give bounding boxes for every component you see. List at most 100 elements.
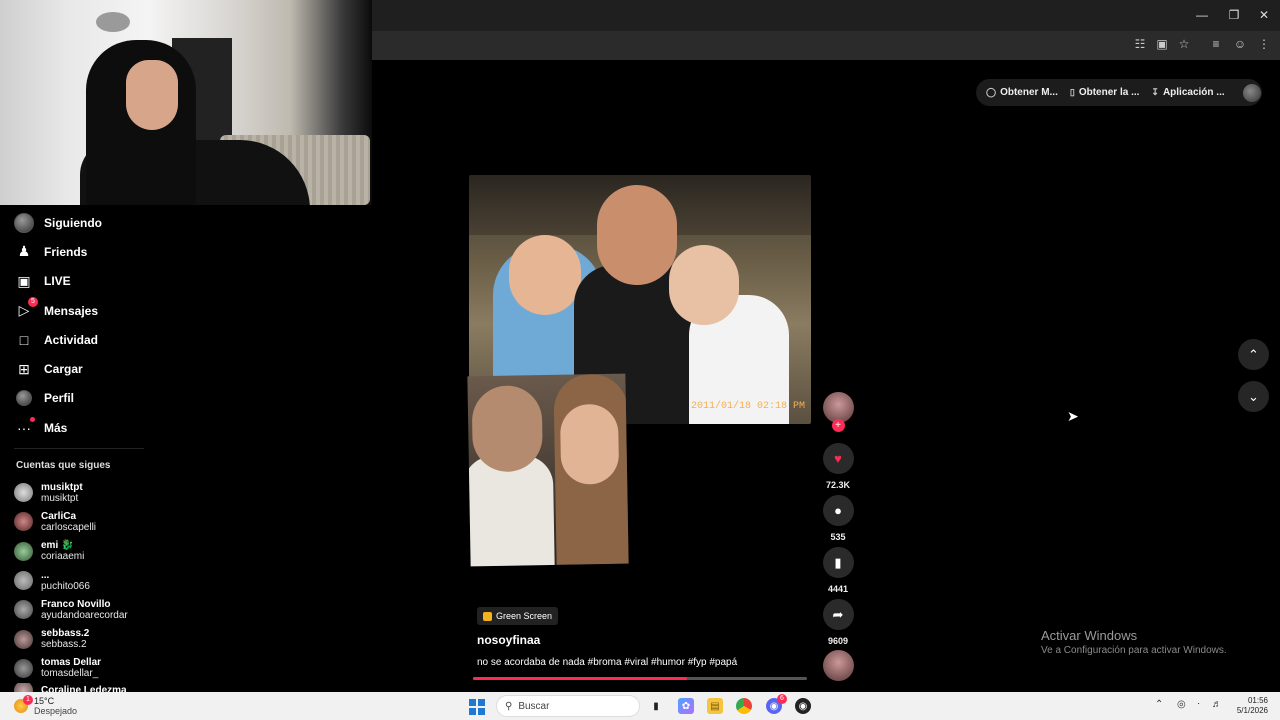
browser-toolbar: ☷ ▣ ☆ ≡ ☺ ⋮ — [372, 31, 1280, 60]
video-progress-bar[interactable] — [473, 677, 807, 680]
chevron-up-icon: ⌃ — [1248, 346, 1259, 362]
sidebar-nav: Siguiendo ♟ Friends ▣ LIVE ▷ 5 Mensajes □… — [14, 208, 214, 442]
following-account[interactable]: ... puchito066 — [14, 566, 164, 595]
discord-badge: 6 — [777, 694, 787, 704]
webcam-overlay — [0, 0, 372, 205]
activity-icon: □ — [19, 331, 29, 348]
video-person-boy-face — [509, 235, 581, 315]
green-screen-overlay — [467, 373, 629, 567]
account-avatar — [14, 483, 33, 503]
following-account[interactable]: musiktpt musiktpt — [14, 478, 164, 507]
weather-badge: 1 — [23, 695, 33, 705]
streamer-face — [126, 60, 178, 130]
coin-icon: ◯ — [986, 87, 997, 97]
save-button[interactable]: ▮ 4441 — [822, 547, 854, 594]
creator-avatar: + — [822, 392, 854, 432]
sound-avatar — [822, 650, 854, 681]
translate-icon[interactable]: ☷ — [1132, 37, 1148, 51]
taskbar-clock[interactable]: 01:56 5/1/2026 — [1232, 696, 1268, 716]
live-icon: ▣ — [17, 272, 31, 289]
get-coins-button[interactable]: ◯ Obtener M... — [986, 87, 1058, 98]
search-icon: ⚲ — [505, 700, 513, 712]
browser-menu-icon[interactable]: ⋮ — [1256, 37, 1272, 51]
video-caption: no se acordaba de nada #broma #viral #hu… — [477, 657, 738, 668]
top-actions: ◯ Obtener M... ▯ Obtener la ... ↧ Aplica… — [976, 79, 1262, 106]
previous-video-button[interactable]: ⌃ — [1238, 339, 1269, 370]
following-accounts-title: Cuentas que sigues — [16, 460, 111, 471]
start-button[interactable] — [469, 699, 485, 715]
get-app-button[interactable]: ▯ Obtener la ... — [1070, 87, 1140, 98]
nav-item-profile[interactable]: Perfil — [14, 384, 214, 413]
show-hidden-icons-icon[interactable]: ⌃ — [1155, 699, 1163, 710]
ceiling-lamp — [96, 12, 130, 32]
chevron-down-icon: ⌄ — [1248, 388, 1259, 404]
screen: — ❐ ✕ ☷ ▣ ☆ ≡ ☺ ⋮ ◯ Obtener M... ▯ Obten… — [0, 0, 1280, 720]
minimize-icon[interactable]: — — [1192, 8, 1212, 22]
restore-icon[interactable]: ❐ — [1224, 8, 1244, 22]
comment-button[interactable]: ● 535 — [822, 495, 854, 542]
taskbar-search[interactable]: ⚲ Buscar — [496, 695, 640, 717]
account-avatar — [14, 600, 33, 620]
account-avatar — [14, 512, 33, 532]
file-explorer-icon[interactable]: ▤ — [707, 698, 723, 714]
weather-widget[interactable]: 1 15°C Despejado — [14, 695, 77, 716]
obs-icon[interactable]: ◉ — [795, 698, 811, 714]
creator-avatar-button[interactable]: + — [822, 392, 854, 432]
more-notification-dot — [30, 416, 35, 422]
next-video-button[interactable]: ⌄ — [1238, 381, 1269, 412]
profile-icon[interactable]: ☺ — [1232, 37, 1248, 51]
taskbar: 1 15°C Despejado ⚲ Buscar ▮ ✿ ▤ ◉ 6 ◉ ⌃ … — [0, 692, 1280, 720]
volume-icon[interactable]: ♬ — [1212, 699, 1222, 710]
effect-tag[interactable]: Green Screen — [477, 607, 559, 625]
profile-avatar-icon — [14, 388, 34, 408]
video-author[interactable]: nosoyfinaa — [477, 633, 540, 647]
video-person-girl-face — [669, 245, 739, 325]
messages-icon: ▷ 5 — [14, 296, 38, 321]
video-progress-fill — [473, 677, 687, 680]
following-account[interactable]: sebbass.2 sebbass.2 — [14, 624, 164, 653]
sound-avatar-button[interactable] — [822, 650, 854, 681]
account-avatar — [14, 571, 33, 591]
windows-activation-watermark: Activar Windows Ve a Configuración para … — [1041, 628, 1227, 656]
sidebar-divider — [14, 448, 144, 449]
task-view-icon[interactable]: ▮ — [648, 698, 664, 714]
nav-item-upload[interactable]: ⊞ Cargar — [14, 354, 214, 383]
nav-item-live[interactable]: ▣ LIVE — [14, 267, 214, 296]
follow-plus-icon[interactable]: + — [831, 419, 845, 432]
nav-item-following[interactable]: Siguiendo — [14, 208, 214, 237]
network-icon[interactable]: ⋅ — [1197, 699, 1200, 710]
friends-icon: ♟ — [17, 243, 31, 260]
close-icon[interactable]: ✕ — [1254, 8, 1274, 22]
more-icon: ··· — [14, 416, 35, 438]
copilot-icon[interactable]: ✿ — [678, 698, 694, 714]
nav-item-friends[interactable]: ♟ Friends — [14, 237, 214, 266]
account-avatar — [14, 658, 33, 678]
following-account[interactable]: Franco Novillo ayudandoarecordar — [14, 595, 164, 624]
effect-icon — [483, 611, 492, 621]
nav-item-messages[interactable]: ▷ 5 Mensajes — [14, 296, 214, 325]
following-account[interactable]: emi 🐉 coriaaemi — [14, 537, 164, 566]
comment-icon: ● — [822, 495, 854, 526]
following-avatar-icon — [14, 212, 34, 233]
user-avatar[interactable] — [1242, 83, 1261, 102]
media-controls-icon[interactable]: ≡ — [1208, 37, 1224, 51]
video-person-man-face — [597, 185, 677, 285]
chrome-icon[interactable] — [736, 698, 752, 714]
like-button[interactable]: ♥ 72.3K — [822, 443, 854, 490]
following-account[interactable]: CarliCa carloscapelli — [14, 507, 164, 536]
overlay-man-body — [467, 454, 555, 567]
discord-icon[interactable]: ◉ 6 — [766, 694, 787, 714]
desktop-app-button[interactable]: ↧ Aplicación ... — [1151, 87, 1224, 98]
install-app-icon[interactable]: ▣ — [1154, 37, 1170, 51]
overlay-man-face — [471, 385, 544, 473]
download-icon: ↧ — [1151, 87, 1159, 97]
bookmark-icon: ▮ — [822, 547, 854, 578]
following-account[interactable]: tomas Dellar tomasdellar_ — [14, 654, 164, 683]
sun-icon: 1 — [14, 695, 33, 713]
share-button[interactable]: ➦ 9609 — [822, 599, 854, 646]
microphone-icon[interactable]: ◎ — [1177, 699, 1186, 710]
nav-item-more[interactable]: ··· Más — [14, 413, 214, 442]
bookmark-star-icon[interactable]: ☆ — [1176, 37, 1192, 51]
nav-item-activity[interactable]: □ Actividad — [14, 325, 214, 354]
browser-titlebar: — ❐ ✕ — [372, 0, 1280, 31]
